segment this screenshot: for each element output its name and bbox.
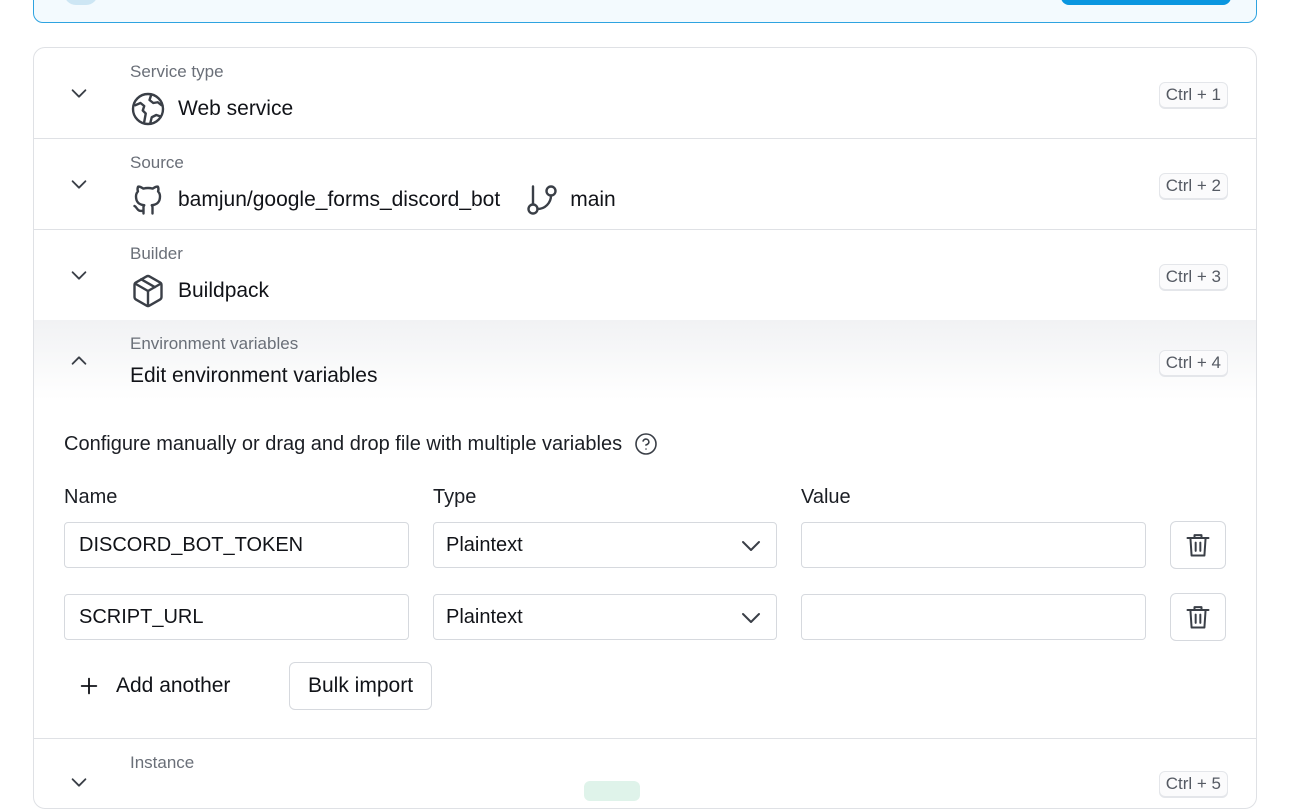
section-value: Buildpack <box>130 273 269 309</box>
env-type-select[interactable]: Plaintext <box>433 522 777 568</box>
shortcut-badge: Ctrl + 5 <box>1158 771 1228 797</box>
git-branch-icon <box>527 185 557 215</box>
env-value-field[interactable] <box>814 532 1145 558</box>
chevron-down-icon[interactable] <box>68 173 90 195</box>
env-value-input[interactable] <box>801 522 1146 568</box>
section-label: Source <box>130 153 184 172</box>
add-another-button[interactable]: Add another <box>78 662 230 710</box>
section-service-type[interactable]: Service type Web service Ctrl + 1 <box>34 48 1256 139</box>
add-another-label: Add another <box>116 674 231 697</box>
shortcut-badge: Ctrl + 1 <box>1158 82 1228 108</box>
shortcut-badge: Ctrl + 4 <box>1158 350 1228 376</box>
help-circle-icon[interactable] <box>634 432 658 456</box>
builder-value: Buildpack <box>178 279 270 302</box>
source-branch: main <box>570 188 616 211</box>
column-header-type: Type <box>433 486 477 508</box>
section-source[interactable]: Source bamjun/google_forms_discord_bot m… <box>34 139 1256 230</box>
chevron-down-icon <box>742 613 760 623</box>
env-name-field[interactable] <box>77 532 408 558</box>
instance-badge <box>584 781 640 801</box>
shortcut-badge: Ctrl + 3 <box>1158 264 1228 290</box>
section-builder[interactable]: Builder Buildpack Ctrl + 3 <box>34 230 1256 321</box>
chevron-down-icon[interactable] <box>68 264 90 286</box>
banner-avatar <box>64 0 98 5</box>
chevron-down-icon[interactable] <box>68 771 90 793</box>
delete-row-button[interactable] <box>1170 521 1226 569</box>
chevron-up-icon[interactable] <box>68 350 90 372</box>
source-repo: bamjun/google_forms_discord_bot <box>178 188 501 211</box>
shortcut-badge: Ctrl + 2 <box>1158 173 1228 199</box>
env-name-input[interactable] <box>64 522 409 568</box>
env-description-text: Configure manually or drag and drop file… <box>64 432 623 455</box>
section-value: Web service <box>130 91 293 127</box>
env-type-select[interactable]: Plaintext <box>433 594 777 640</box>
env-description: Configure manually or drag and drop file… <box>64 432 658 456</box>
section-value: bamjun/google_forms_discord_bot main <box>130 182 616 218</box>
section-label: Builder <box>130 244 183 263</box>
env-type-selected: Plaintext <box>446 605 523 628</box>
section-label: Environment variables <box>130 334 299 353</box>
section-label: Instance <box>130 753 195 772</box>
section-instance[interactable]: Instance Ctrl + 5 <box>34 739 1256 808</box>
env-name-field[interactable] <box>77 604 408 630</box>
env-value-field[interactable] <box>814 604 1145 630</box>
service-type-value: Web service <box>178 97 294 120</box>
globe-icon <box>131 92 165 126</box>
trash-icon <box>1186 534 1210 557</box>
env-value-input[interactable] <box>801 594 1146 640</box>
trash-icon <box>1186 606 1210 629</box>
package-icon <box>133 274 163 308</box>
github-icon <box>133 185 162 215</box>
section-environment-variables[interactable]: Environment variables Edit environment v… <box>34 320 1256 400</box>
env-editor: Configure manually or drag and drop file… <box>34 400 1256 739</box>
chevron-down-icon[interactable] <box>68 82 90 104</box>
delete-row-button[interactable] <box>1170 593 1226 641</box>
section-label: Service type <box>130 62 224 81</box>
env-value: Edit environment variables <box>130 364 378 387</box>
section-value: Edit environment variables <box>130 364 377 388</box>
env-name-input[interactable] <box>64 594 409 640</box>
banner-action-button[interactable] <box>1061 0 1231 5</box>
env-type-selected: Plaintext <box>446 533 523 556</box>
service-config-panel: Service type Web service Ctrl + 1 Source… <box>33 47 1257 809</box>
column-header-value: Value <box>801 486 851 508</box>
bulk-import-button[interactable]: Bulk import <box>289 662 433 710</box>
top-banner <box>33 0 1257 23</box>
column-header-name: Name <box>64 486 118 508</box>
chevron-down-icon <box>742 541 760 551</box>
plus-icon <box>80 677 98 695</box>
